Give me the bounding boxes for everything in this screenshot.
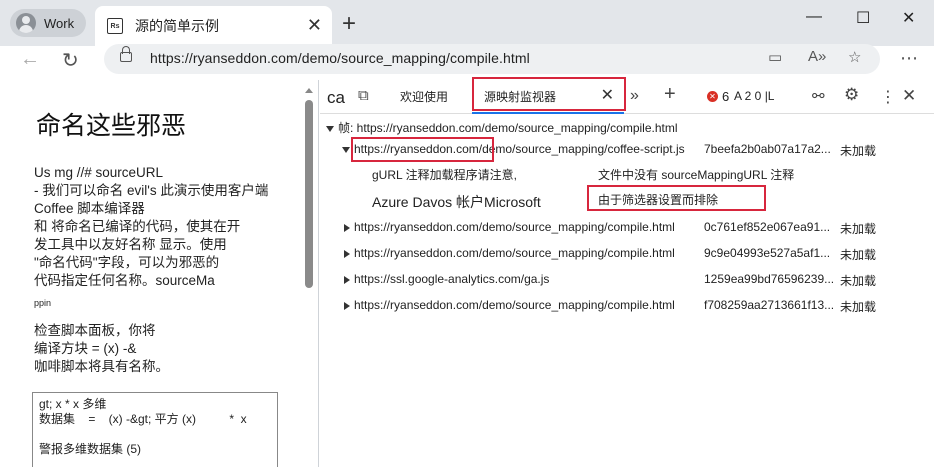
lock-icon xyxy=(120,46,132,62)
address-row: ← ↻ https://ryanseddon.com/demo/source_m… xyxy=(0,44,934,76)
source-url: https://ryanseddon.com/demo/source_mappi… xyxy=(354,220,675,234)
missing-comment-note: 文件中没有 sourceMappingURL 注释 xyxy=(598,168,795,182)
browser-tab[interactable]: Rs 源的简单示例 ✕ xyxy=(95,6,332,46)
source-hash: 0c761ef852e067ea91... xyxy=(704,220,831,234)
account-note: Azure Davos 帐户Microsoft xyxy=(372,194,541,210)
source-hash: 1259ea99bd76596239... xyxy=(704,272,835,286)
page-heading: 命名这些邪恶 xyxy=(36,111,187,140)
avatar-icon xyxy=(16,13,36,33)
scroll-up-icon[interactable] xyxy=(305,88,313,93)
page-scrollbar[interactable] xyxy=(304,86,314,467)
tab-welcome[interactable]: 欢迎使用 xyxy=(400,88,448,105)
read-aloud-icon[interactable]: A» xyxy=(808,48,826,65)
minimize-button[interactable]: — xyxy=(806,8,822,26)
settings-gear-icon[interactable]: ⚙ xyxy=(844,85,859,105)
address-bar[interactable]: https://ryanseddon.com/demo/source_mappi… xyxy=(104,44,880,74)
source-hash: f708259aa2713661f13... xyxy=(704,298,835,312)
profile-button[interactable]: Work xyxy=(10,9,86,37)
close-devtools-icon[interactable]: ✕ xyxy=(902,86,916,106)
source-hash: 7beefa2b0ab07a17a2... xyxy=(704,142,831,156)
source-url: https://ssl.google-analytics.com/ga.js xyxy=(354,272,550,286)
url-text: https://ryanseddon.com/demo/source_mappi… xyxy=(150,50,530,66)
device-toolbar-icon[interactable]: ⧉ xyxy=(358,87,369,104)
load-note: gURL 注释加载程序请注意, xyxy=(372,168,517,182)
highlight-coffee-url xyxy=(351,137,494,162)
expand-arrow-icon[interactable] xyxy=(344,301,350,310)
new-tab-button[interactable]: + xyxy=(342,10,356,38)
devtools-toolbar: ca ⧉ 欢迎使用 源映射监视器 ✕ » + ✕ 6 A 2 0 |L ⚯ ⚙ … xyxy=(320,80,934,114)
intro-paragraph: Us mg //# sourceURL - 我们可以命名 evil's 此演示使… xyxy=(34,165,269,288)
source-url: https://ryanseddon.com/demo/source_mappi… xyxy=(354,298,675,312)
favicon-icon: Rs xyxy=(107,18,123,34)
profile-label: Work xyxy=(44,15,75,31)
source-status: 未加载 xyxy=(840,222,877,236)
source-status: 未加载 xyxy=(840,144,877,158)
source-url: https://ryanseddon.com/demo/source_mappi… xyxy=(354,246,675,260)
error-count[interactable]: 6 xyxy=(722,89,729,104)
source-row[interactable]: https://ryanseddon.com/demo/source_mappi… xyxy=(344,298,675,320)
source-row[interactable]: https://ssl.google-analytics.com/ga.js xyxy=(344,272,549,294)
warnings-label[interactable]: A 2 0 |L xyxy=(734,89,774,103)
intro-paragraph-tail: ppin xyxy=(34,298,52,308)
close-tab-icon[interactable]: ✕ xyxy=(307,15,322,36)
page-viewport: 命名这些邪恶 Us mg //# sourceURL - 我们可以命名 evil… xyxy=(6,80,319,467)
highlight-sourcemaps-tab xyxy=(472,77,626,111)
source-hash: 9c9e04993e527a5af1... xyxy=(704,246,831,260)
add-tab-icon[interactable]: + xyxy=(664,83,676,106)
maximize-button[interactable]: ☐ xyxy=(856,8,870,28)
code-textarea[interactable]: gt; x * x 多维 数据集 = (x) -&gt; 平方 (x) * x … xyxy=(32,392,278,467)
highlight-excluded-note xyxy=(587,185,766,211)
expand-arrow-icon[interactable] xyxy=(344,275,350,284)
source-row[interactable]: https://ryanseddon.com/demo/source_mappi… xyxy=(344,220,675,242)
window-close-button[interactable]: ✕ xyxy=(902,8,915,28)
back-button[interactable]: ← xyxy=(20,48,40,71)
connect-devices-icon[interactable]: ⚯ xyxy=(812,87,825,105)
source-status: 未加载 xyxy=(840,300,877,314)
title-bar: Work Rs 源的简单示例 ✕ + — ☐ ✕ xyxy=(0,0,934,46)
error-icon: ✕ xyxy=(707,91,718,102)
tab-title: 源的简单示例 xyxy=(135,18,219,34)
favorite-star-icon[interactable]: ☆ xyxy=(848,48,861,66)
more-menu-icon[interactable]: ⋯ xyxy=(900,48,918,69)
reload-button[interactable]: ↻ xyxy=(62,48,79,73)
source-status: 未加载 xyxy=(840,248,877,262)
more-tabs-chevron-icon[interactable]: » xyxy=(630,87,639,105)
expand-arrow-icon[interactable] xyxy=(342,146,350,153)
expand-arrow-icon[interactable] xyxy=(344,249,350,258)
frame-label: 帧: https://ryanseddon.com/demo/source_ma… xyxy=(338,121,678,135)
instructions-paragraph: 检查脚本面板，你将 编译方块 = (x) -& 咖啡脚本将具有名称。 xyxy=(34,323,169,374)
source-row[interactable]: https://ryanseddon.com/demo/source_mappi… xyxy=(344,246,675,268)
expand-arrow-icon[interactable] xyxy=(326,125,334,132)
expand-arrow-icon[interactable] xyxy=(344,223,350,232)
scrollbar-thumb[interactable] xyxy=(305,100,313,288)
app-available-icon[interactable]: ▭ xyxy=(768,48,782,66)
customize-menu-icon[interactable]: ⋮ xyxy=(880,87,896,107)
panel-prefix: ca xyxy=(327,88,345,107)
source-status: 未加载 xyxy=(840,274,877,288)
